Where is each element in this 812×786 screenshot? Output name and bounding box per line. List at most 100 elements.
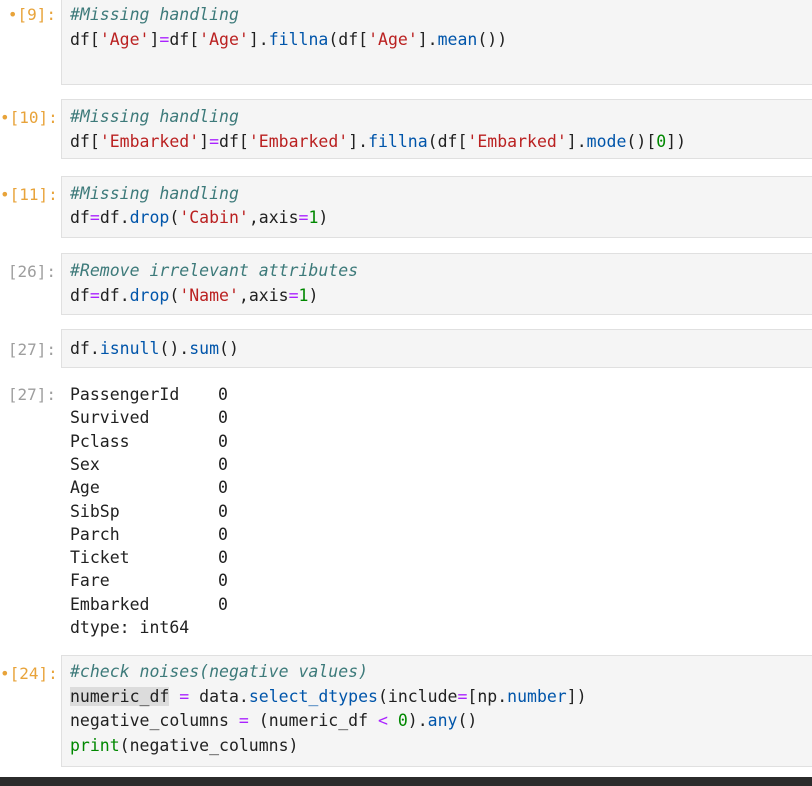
code-token: drop	[129, 286, 170, 305]
code-token: isnull	[99, 339, 160, 358]
code-token: mean	[437, 30, 478, 49]
status-bar	[0, 777, 812, 786]
series-value: 0	[218, 501, 228, 521]
code-token: )	[308, 286, 319, 305]
code-token: 1	[298, 286, 309, 305]
code-line: negative_columns = (numeric_df < 0).any(…	[70, 709, 477, 733]
code-token: ).	[407, 711, 428, 730]
code-token: =	[238, 711, 249, 730]
code-token: #Remove irrelevant attributes	[70, 261, 359, 280]
code-token: sum	[189, 339, 220, 358]
code-token: (	[169, 208, 180, 227]
series-value: 0	[218, 524, 228, 544]
code-line: print(negative_columns)	[70, 734, 298, 758]
output-row: Age 0	[70, 476, 228, 500]
code-token: 'Name'	[179, 286, 239, 305]
code-token: =	[457, 687, 468, 706]
code-token: #check noises(negative values)	[70, 662, 369, 681]
code-token: 'Embarked'	[467, 132, 567, 151]
code-token: ].	[248, 30, 269, 49]
code-token: number	[507, 687, 567, 706]
code-token: df	[70, 339, 90, 358]
output-row: PassengerId 0	[70, 383, 228, 407]
cell-prompt: [27]:	[7, 340, 56, 359]
code-token: ].	[566, 132, 587, 151]
code-token: #Missing handling	[70, 184, 239, 203]
code-token: (df[	[328, 30, 369, 49]
code-token: ().	[159, 339, 190, 358]
code-token: 'Embarked'	[99, 132, 200, 151]
cell-prompt: •[11]:	[0, 185, 58, 204]
code-token: 1	[308, 208, 319, 227]
series-value: 0	[218, 478, 228, 498]
code-token: fillna	[268, 30, 329, 49]
code-token: =	[209, 132, 220, 151]
cell-prompt: [26]:	[7, 262, 56, 281]
output-dtype: dtype: int64	[70, 618, 190, 637]
code-token: fillna	[368, 132, 428, 151]
code-token: [np	[467, 687, 498, 706]
series-index-label: Sex	[70, 454, 100, 474]
code-line: #Remove irrelevant attributes	[70, 259, 358, 283]
code-token: ()[	[626, 132, 657, 151]
code-token: df[	[219, 132, 249, 151]
code-token: drop	[129, 208, 170, 227]
code-token: <	[377, 711, 388, 730]
code-token: (	[169, 286, 180, 305]
code-token: )	[318, 208, 329, 227]
code-token: df	[99, 286, 120, 305]
code-token: df	[99, 208, 120, 227]
code-token: =	[89, 208, 100, 227]
code-token: 'Age'	[99, 30, 150, 49]
code-line: df=df.drop('Cabin',axis=1)	[70, 206, 328, 230]
series-value: 0	[218, 594, 228, 614]
output-row: Ticket 0	[70, 546, 228, 570]
code-line: df['Embarked']=df['Embarked'].fillna(df[…	[70, 130, 686, 154]
output-row: Fare 0	[70, 569, 228, 593]
code-token: 'Age'	[199, 30, 249, 49]
code-token: =	[179, 687, 190, 706]
code-token: =	[298, 208, 309, 227]
cell-prompt: •[24]:	[0, 664, 58, 683]
code-token: df	[70, 208, 90, 227]
code-token: 0	[656, 132, 667, 151]
cell-prompt: •[9]:	[7, 5, 56, 24]
code-token: ()	[457, 711, 478, 730]
code-token: df	[70, 286, 90, 305]
code-token: .	[497, 687, 508, 706]
code-token: df[	[70, 30, 100, 49]
code-token: #Missing handling	[70, 5, 239, 24]
code-token: ].	[348, 132, 369, 151]
code-token: any	[427, 711, 458, 730]
code-line: df=df.drop('Name',axis=1)	[70, 284, 318, 308]
series-value: 0	[218, 571, 228, 591]
code-token: 'Age'	[368, 30, 418, 49]
code-token: ]	[199, 132, 210, 151]
code-token: .	[119, 208, 130, 227]
code-line: numeric_df = data.select_dtypes(include=…	[70, 685, 587, 709]
output-row: Embarked 0	[70, 593, 228, 617]
code-token: numeric_df	[70, 687, 170, 706]
code-line: #Missing handling	[70, 182, 239, 206]
code-token: .	[89, 339, 100, 358]
code-token: (df[	[427, 132, 468, 151]
series-index-label: PassengerId	[70, 385, 180, 404]
code-token: ])	[566, 687, 587, 706]
output-row: Survived 0	[70, 406, 228, 430]
code-token: df[	[169, 30, 200, 49]
code-token: 'Embarked'	[248, 132, 349, 151]
series-index-label: Age	[70, 478, 100, 498]
series-value: 0	[218, 408, 228, 428]
code-token: ].	[417, 30, 438, 49]
code-line: df.isnull().sum()	[70, 337, 239, 361]
code-token: select_dtypes	[248, 687, 378, 706]
series-value: 0	[218, 385, 228, 404]
code-token: =	[89, 286, 100, 305]
code-token: ())	[477, 30, 508, 49]
series-index-label: Ticket	[70, 548, 130, 568]
series-value: 0	[218, 431, 228, 451]
output-row: Parch 0	[70, 523, 228, 547]
output-row: SibSp 0	[70, 500, 228, 524]
